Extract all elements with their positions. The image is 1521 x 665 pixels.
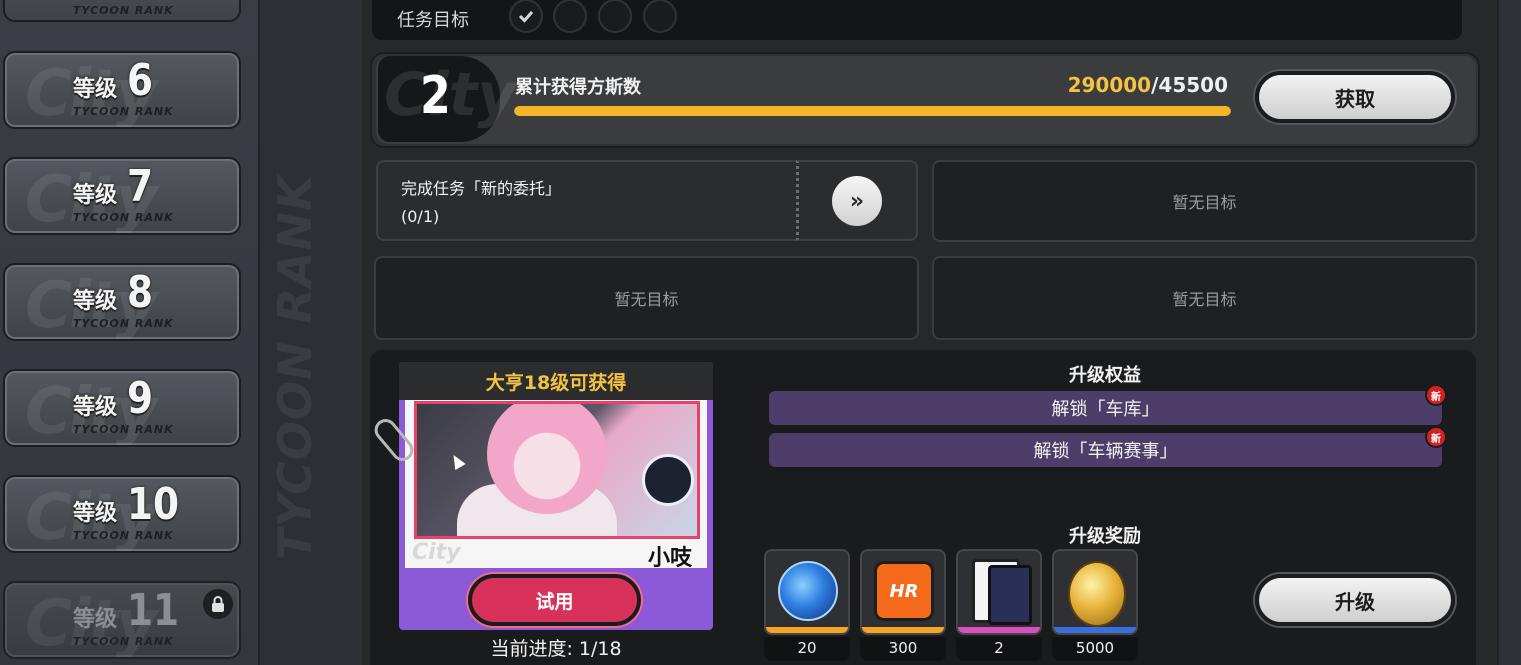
- progress-title: 累计获得方斯数: [515, 77, 641, 98]
- progress-target: 45500: [1158, 73, 1228, 97]
- task-goal-label: 任务目标: [397, 10, 469, 31]
- rank-sub: TYCOON RANK: [73, 317, 174, 330]
- rank-label: 等级: [73, 77, 118, 102]
- goal-card-empty: 暂无目标: [932, 160, 1477, 242]
- go-arrow-button[interactable]: »: [832, 176, 882, 226]
- rewards-title: 升级奖励: [1069, 526, 1141, 547]
- rank-label: 等级: [73, 607, 118, 632]
- golden-egg-icon: [1068, 561, 1126, 627]
- rank-sub: TYCOON RANK: [73, 4, 174, 17]
- rarity-bar: [1054, 627, 1136, 633]
- try-button[interactable]: 试用: [468, 574, 641, 626]
- reward-item[interactable]: [1052, 549, 1138, 635]
- task-card[interactable]: [376, 160, 798, 241]
- card-watermark: City: [412, 540, 461, 565]
- rarity-bar: [766, 627, 848, 633]
- progress-bar-fill: [514, 106, 1231, 116]
- rank-item-9[interactable]: City 等级 9 TYCOON RANK: [3, 369, 241, 447]
- progress-current: 290000: [1067, 73, 1152, 97]
- progress-bar: [514, 106, 1231, 116]
- rank-item-6[interactable]: City 等级 6 TYCOON RANK: [3, 51, 241, 129]
- robot-companion-icon: [642, 454, 694, 506]
- rank-sub: TYCOON RANK: [73, 529, 174, 542]
- empty-goal-label: 暂无目标: [614, 290, 679, 309]
- rank-item-7[interactable]: City 等级 7 TYCOON RANK: [3, 157, 241, 235]
- goal-card-empty: 暂无目标: [932, 256, 1477, 340]
- reward-qty: 20: [764, 637, 850, 661]
- rank-number: 8: [127, 267, 154, 318]
- new-badge: 新: [1425, 426, 1447, 448]
- rank-item-top-partial[interactable]: TYCOON RANK: [3, 0, 241, 22]
- rank-label: 等级: [73, 289, 118, 314]
- right-edge: [1497, 0, 1521, 665]
- rank-sub: TYCOON RANK: [73, 423, 174, 436]
- rank-sub: TYCOON RANK: [73, 105, 174, 118]
- task-title: 完成任务「新的委托」: [401, 179, 562, 198]
- goal-card-empty: 暂无目标: [374, 256, 919, 340]
- rank-number: 7: [127, 161, 154, 212]
- rank-sub: TYCOON RANK: [73, 211, 174, 224]
- rank-number: 6: [127, 55, 154, 106]
- reward-item[interactable]: [764, 549, 850, 635]
- strip-text: TYCOON RANK: [268, 174, 322, 560]
- card-progress: 当前进度: 1/18: [490, 638, 622, 660]
- card-header: 大亨18级可获得: [399, 362, 713, 400]
- level-badge-number: 2: [420, 66, 451, 126]
- hunter-hunter-icon: HR: [874, 561, 934, 621]
- reward-item[interactable]: [956, 549, 1042, 635]
- goal-dot-empty: [598, 0, 632, 33]
- rank-label: 等级: [73, 501, 118, 526]
- rank-item-8[interactable]: City 等级 8 TYCOON RANK: [3, 263, 241, 341]
- rank-sub: TYCOON RANK: [73, 635, 174, 648]
- rank-item-10[interactable]: City 等级 10 TYCOON RANK: [3, 475, 241, 553]
- cards-back-icon: [988, 565, 1032, 625]
- tycoon-rank-strip: TYCOON RANK: [258, 0, 362, 665]
- reward-qty: 2: [956, 637, 1042, 661]
- claim-button[interactable]: 获取: [1255, 71, 1455, 123]
- blue-orb-icon: [778, 561, 838, 621]
- goal-dot-empty: [553, 0, 587, 33]
- upgrade-button[interactable]: 升级: [1255, 574, 1455, 626]
- reward-qty: 5000: [1052, 637, 1138, 661]
- rank-number: 10: [127, 479, 180, 530]
- perk-row: 解锁「车辆赛事」: [769, 433, 1442, 467]
- task-progress: (0/1): [401, 207, 440, 226]
- progress-count: 290000/45500: [1000, 73, 1228, 97]
- rank-number: 9: [127, 373, 154, 424]
- rank-label: 等级: [73, 183, 118, 208]
- character-name: 小吱: [648, 546, 693, 571]
- lock-icon: [203, 589, 233, 619]
- empty-goal-label: 暂无目标: [1172, 290, 1237, 309]
- perk-row: 解锁「车库」: [769, 391, 1442, 425]
- reward-qty: 300: [860, 637, 946, 661]
- perks-title: 升级权益: [1069, 365, 1141, 386]
- rank-label: 等级: [73, 395, 118, 420]
- rank-number: 11: [127, 585, 180, 636]
- rank-item-11[interactable]: City 等级 11 TYCOON RANK: [3, 581, 241, 659]
- reward-item[interactable]: HR: [860, 549, 946, 635]
- rank-sidebar: TYCOON RANK City 等级 6 TYCOON RANK City 等…: [0, 0, 258, 665]
- rarity-bar: [958, 627, 1040, 633]
- new-badge: 新: [1425, 384, 1447, 406]
- character-portrait: [414, 401, 700, 539]
- goal-check-icon: [509, 0, 543, 33]
- empty-goal-label: 暂无目标: [1172, 193, 1237, 212]
- goal-dot-empty: [643, 0, 677, 33]
- rarity-bar: [862, 627, 944, 633]
